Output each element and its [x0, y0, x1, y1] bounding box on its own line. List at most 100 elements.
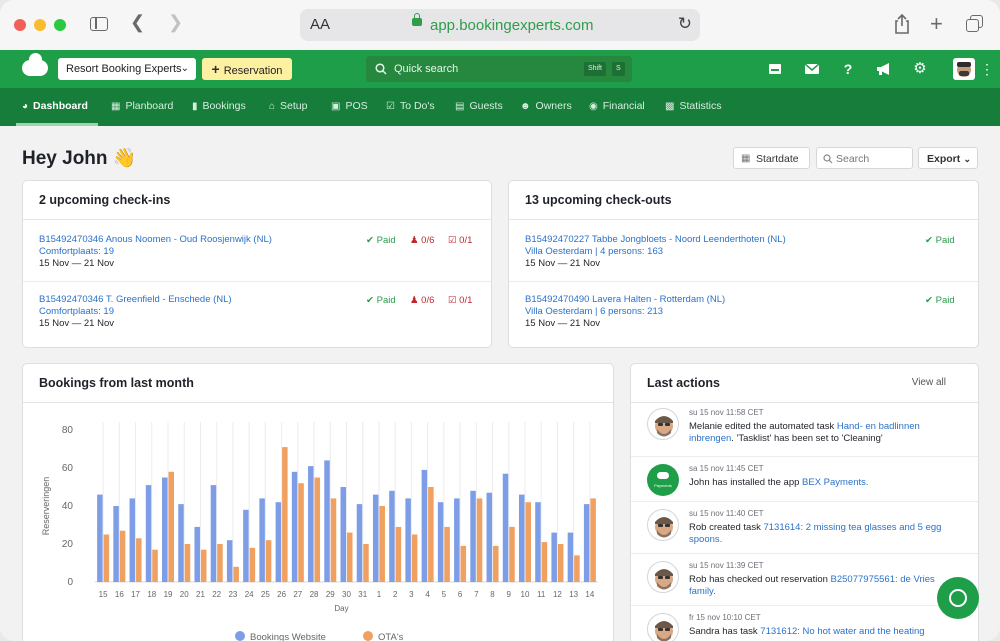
guests-value: 0/6	[421, 295, 435, 306]
nav-todos[interactable]: ☑ To Do's	[386, 88, 435, 126]
checkout-item: B15492470227 Tabbe Jongbloets - Noord Le…	[525, 234, 786, 270]
view-all-link[interactable]: View all	[912, 377, 946, 388]
text-size-button[interactable]: AA	[310, 16, 330, 33]
y-tick-label: 40	[62, 501, 74, 512]
settings-gear-icon[interactable]: ⚙	[912, 61, 928, 77]
minimize-window-button[interactable]	[34, 19, 46, 31]
checkin-booking-link[interactable]: B15492470346 T. Greenfield - Enschede (N…	[39, 294, 232, 306]
bar-ota	[590, 498, 596, 582]
checkout-booking-link[interactable]: B15492470227 Tabbe Jongbloets - Noord Le…	[525, 234, 786, 246]
sidebar-toggle-icon[interactable]	[90, 17, 108, 31]
logo-cloud-icon[interactable]	[22, 53, 48, 76]
bar-ota	[379, 506, 385, 582]
maximize-window-button[interactable]	[54, 19, 66, 31]
close-window-button[interactable]	[14, 19, 26, 31]
paid-status: ✔ Paid	[366, 295, 396, 306]
nav-planboard[interactable]: ▦ Planboard	[111, 88, 173, 126]
bar-website	[535, 502, 541, 582]
nav-label: Statistics	[679, 100, 722, 112]
divider	[631, 456, 978, 457]
help-icon[interactable]: ?	[840, 61, 856, 77]
checkin-place[interactable]: Comfortplaats: 19	[39, 246, 272, 258]
guests-count[interactable]: ♟ 0/6	[410, 295, 434, 306]
chat-support-button[interactable]	[937, 577, 979, 619]
nav-label: Owners	[535, 100, 572, 112]
x-tick-label: 14	[585, 590, 594, 599]
more-vertical-icon[interactable]: ⋮	[980, 61, 994, 77]
mail-icon[interactable]	[804, 61, 820, 77]
app-header: Resort Booking Experts ⌄ + Reservation Qu…	[0, 50, 1000, 88]
bar-ota	[574, 555, 580, 582]
nav-dashboard[interactable]: ◕ Dashboard	[16, 88, 98, 126]
nav-pos[interactable]: ▣ POS	[331, 88, 368, 126]
legend-swatch	[235, 631, 245, 641]
property-selector[interactable]: Resort Booking Experts ⌄	[58, 58, 196, 80]
bar-ota	[493, 545, 499, 582]
new-tab-icon[interactable]: +	[930, 11, 943, 37]
tasks-count[interactable]: ☑ 0/1	[448, 295, 472, 306]
x-tick-label: 28	[310, 590, 319, 599]
calendar-icon: ▦	[741, 153, 751, 164]
tasks-count[interactable]: ☑ 0/1	[448, 235, 472, 246]
bar-website	[454, 498, 460, 582]
nav-financial[interactable]: ◉ Financial	[589, 88, 645, 126]
divider	[631, 605, 978, 606]
guests-count[interactable]: ♟ 0/6	[410, 235, 434, 246]
x-tick-label: 25	[261, 590, 270, 599]
back-arrow-icon[interactable]: ❮	[130, 12, 145, 33]
task-checkbox-icon: ☑	[448, 295, 457, 306]
bar-ota	[233, 566, 239, 582]
checkout-booking-link[interactable]: B15492470490 Lavera Halten - Rotterdam (…	[525, 294, 725, 306]
megaphone-icon[interactable]	[876, 61, 892, 77]
nav-guests[interactable]: ▤ Guests	[455, 88, 503, 126]
address-bar[interactable]: AA app.bookingexperts.com ↻	[300, 9, 700, 41]
plus-icon: +	[211, 61, 220, 77]
action-description: Melanie edited the automated task	[689, 421, 837, 432]
bookings-bar-chart: 020406080Reserveringen15 16 17 18 19 20 21 22 23…	[41, 422, 598, 641]
startdate-label: Startdate	[756, 153, 799, 165]
checkin-booking-link[interactable]: B15492470346 Anous Noomen - Oud Roosjenw…	[39, 234, 272, 246]
bookings-chart-card: Bookings from last month 0 20 40 60 80 Reserv…	[22, 363, 614, 641]
reload-icon[interactable]: ↻	[678, 14, 692, 34]
checkin-place[interactable]: Comfortplaats: 19	[39, 306, 232, 318]
paid-label: Paid	[935, 235, 955, 246]
bar-website	[210, 485, 217, 582]
store-icon[interactable]	[767, 61, 783, 77]
nav-owners[interactable]: ☻ Owners	[520, 88, 572, 126]
startdate-button[interactable]: ▦ Startdate	[733, 147, 810, 169]
nav-setup[interactable]: ⌂ Setup	[269, 88, 308, 126]
url-text[interactable]: app.bookingexperts.com	[430, 17, 593, 34]
export-button[interactable]: Export ⌄	[918, 147, 978, 169]
bar-ota	[460, 545, 467, 582]
action-timestamp: su 15 nov 11:58 CET	[689, 408, 764, 417]
checkout-place[interactable]: Villa Oesterdam | 4 persons: 163	[525, 246, 786, 258]
tabs-overview-icon[interactable]	[966, 15, 984, 33]
action-timestamp: su 15 nov 11:40 CET	[689, 509, 764, 518]
x-tick-label: 5	[442, 590, 447, 599]
action-text: Rob created task 7131614: 2 missing tea …	[689, 522, 959, 546]
checkout-place[interactable]: Villa Oesterdam | 6 persons: 213	[525, 306, 725, 318]
action-description-suffix: . 'Tasklist' has been set to 'Cleaning'	[731, 433, 883, 444]
x-tick-label: 1	[377, 590, 382, 599]
x-tick-label: 23	[228, 590, 237, 599]
tasks-value: 0/1	[459, 235, 473, 246]
bar-ota	[557, 544, 564, 582]
new-reservation-button[interactable]: + Reservation	[202, 58, 292, 80]
nav-bookings[interactable]: ▮ Bookings	[192, 88, 246, 126]
action-link[interactable]: BEX Payments.	[802, 477, 869, 488]
forward-arrow-icon[interactable]: ❯	[168, 12, 183, 33]
dashboard-content: Hey John 👋 ▦ Startdate Search Export ⌄ 2…	[0, 126, 1000, 641]
property-selector-label: Resort Booking Experts	[66, 63, 182, 75]
bar-website	[421, 469, 428, 582]
nav-label: Guests	[469, 100, 503, 112]
checkout-dates: 15 Nov — 21 Nov	[525, 318, 600, 329]
quick-search-input[interactable]: Quick search Shift S	[366, 56, 632, 82]
user-avatar[interactable]	[953, 58, 975, 80]
nav-label: Dashboard	[33, 100, 88, 112]
bar-ota	[168, 471, 175, 582]
share-icon[interactable]	[893, 14, 911, 34]
search-input[interactable]: Search	[816, 147, 913, 169]
nav-statistics[interactable]: ▩ Statistics	[665, 88, 721, 126]
action-link[interactable]: 7131612: No hot water and the heating	[760, 626, 924, 637]
paid-label: Paid	[376, 235, 396, 246]
